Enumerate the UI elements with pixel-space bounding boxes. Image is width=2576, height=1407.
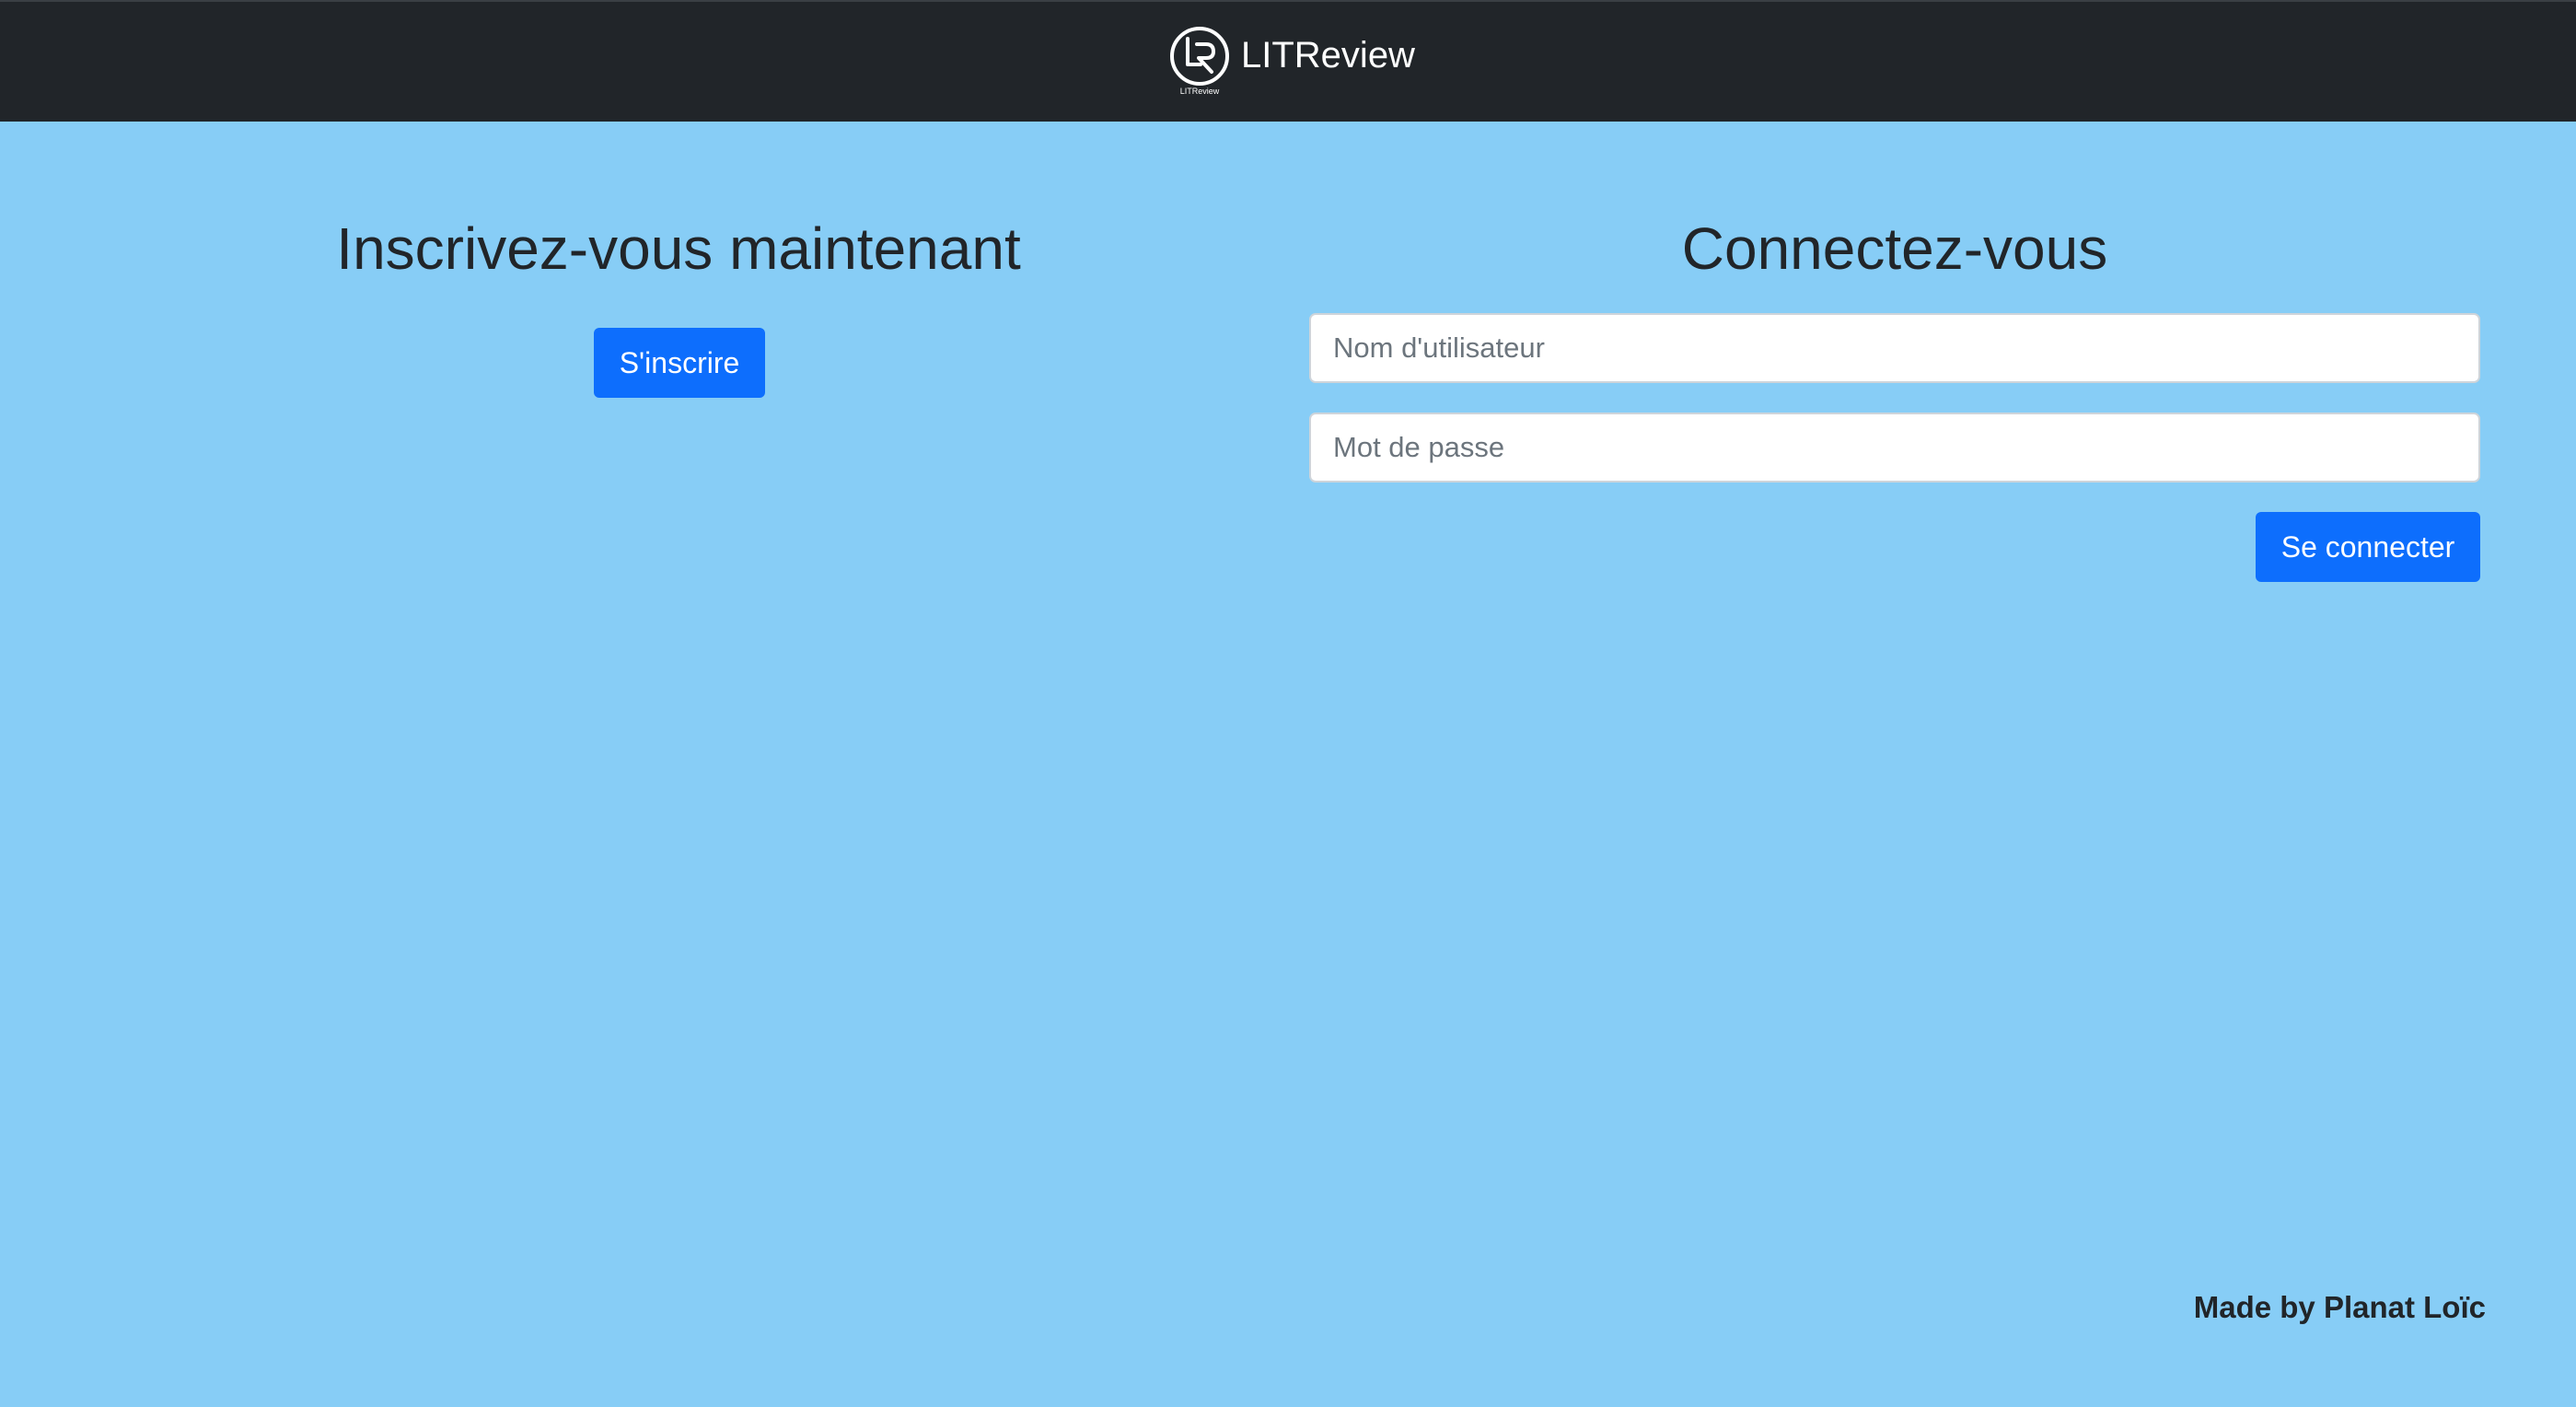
brand-name: LITReview: [1241, 35, 1415, 76]
signup-section: Inscrivez-vous maintenant S'inscrire: [0, 122, 1357, 398]
brand-link[interactable]: LITReview LITReview: [1169, 26, 1415, 99]
login-section: Connectez-vous Se connecter: [1309, 122, 2480, 582]
username-input[interactable]: [1309, 313, 2480, 383]
password-input[interactable]: [1309, 413, 2480, 483]
navbar: LITReview LITReview: [0, 0, 2576, 122]
logo-caption: LITReview: [1179, 87, 1220, 96]
login-button[interactable]: Se connecter: [2256, 512, 2480, 582]
signup-title: Inscrivez-vous maintenant: [336, 215, 1021, 282]
login-title: Connectez-vous: [1681, 215, 2108, 282]
signup-button[interactable]: S'inscrire: [594, 328, 765, 398]
footer-credit: Made by Planat Loïc: [2193, 1290, 2486, 1324]
litreview-logo-icon: LITReview: [1169, 26, 1230, 99]
